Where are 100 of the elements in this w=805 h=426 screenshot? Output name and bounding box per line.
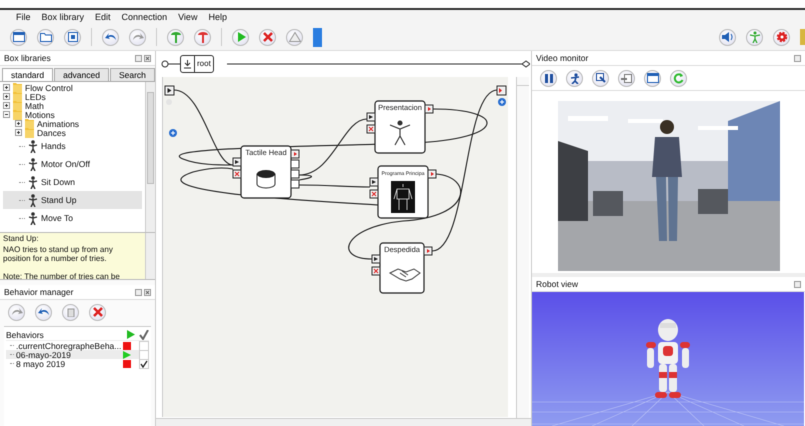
output-port[interactable] bbox=[424, 104, 434, 114]
toolbar-button[interactable] bbox=[10, 28, 27, 46]
expand-icon[interactable] bbox=[15, 129, 22, 136]
undo-icon bbox=[104, 32, 116, 42]
redo-icon bbox=[132, 32, 144, 42]
refresh-icon bbox=[673, 72, 684, 84]
menu-item[interactable]: View bbox=[178, 12, 198, 22]
connection-wire[interactable] bbox=[299, 184, 370, 188]
toolbar-button[interactable] bbox=[102, 28, 119, 46]
output-port[interactable] bbox=[290, 150, 300, 158]
menu-item[interactable]: Edit bbox=[95, 12, 111, 22]
tree-item[interactable]: Flow Control bbox=[3, 83, 142, 92]
tree-label: Motor On/Off bbox=[41, 159, 90, 169]
output-port[interactable] bbox=[496, 86, 506, 96]
menu-item[interactable]: File bbox=[16, 12, 31, 22]
toolbar-button[interactable] bbox=[89, 304, 106, 320]
tree-label: Stand Up bbox=[41, 195, 76, 205]
tab[interactable]: Search bbox=[110, 68, 155, 81]
add-icon[interactable] bbox=[169, 129, 177, 137]
tree-item[interactable]: Motor On/Off bbox=[3, 155, 142, 173]
connection-wire[interactable] bbox=[174, 89, 234, 166]
gear-icon bbox=[776, 31, 788, 43]
menu-item[interactable]: Box library bbox=[42, 12, 84, 22]
toolbar-button[interactable] bbox=[566, 70, 583, 86]
behavior-row[interactable]: .currentChoregrapheBeha... bbox=[6, 341, 149, 350]
tree-item[interactable]: Move To bbox=[3, 209, 142, 227]
tree-item[interactable]: Sit Down bbox=[3, 173, 142, 191]
toolbar-button[interactable] bbox=[35, 304, 52, 320]
tree-item[interactable]: Hands bbox=[3, 137, 142, 155]
disconnect-icon bbox=[196, 31, 208, 43]
column-header: Behaviors bbox=[6, 330, 44, 340]
toolbar-button[interactable] bbox=[719, 28, 736, 46]
panel-buttons-icon[interactable] bbox=[135, 54, 151, 62]
input-port[interactable] bbox=[164, 86, 174, 96]
behavior-row[interactable]: 8 mayo 2019 bbox=[6, 359, 149, 368]
tree-item[interactable]: Motions bbox=[3, 110, 142, 119]
output-port[interactable] bbox=[424, 246, 432, 256]
toolbar-button[interactable] bbox=[64, 28, 81, 46]
connection-wire[interactable] bbox=[432, 90, 498, 252]
stop-port[interactable] bbox=[372, 266, 380, 276]
input-port[interactable] bbox=[370, 178, 378, 186]
scrollbar[interactable] bbox=[516, 77, 529, 418]
expand-icon[interactable] bbox=[15, 120, 22, 127]
toolbar-button[interactable] bbox=[618, 70, 635, 86]
toolbar-button[interactable] bbox=[644, 70, 661, 86]
figure-icon bbox=[28, 176, 38, 188]
figure-icon bbox=[748, 31, 760, 43]
menu-item[interactable]: Help bbox=[208, 12, 227, 22]
scrollbar[interactable] bbox=[156, 418, 531, 426]
collapse-icon[interactable] bbox=[3, 111, 10, 118]
volume-bar[interactable] bbox=[313, 28, 322, 46]
panel-title: Video monitor bbox=[536, 53, 588, 63]
scrollbar[interactable] bbox=[145, 233, 155, 279]
speaker-icon bbox=[722, 32, 734, 42]
toolbar-button[interactable] bbox=[592, 70, 609, 86]
tree-label: Dances bbox=[37, 128, 66, 138]
menu-item[interactable]: Connection bbox=[122, 12, 168, 22]
tree-label: Hands bbox=[41, 141, 66, 151]
connection-wire[interactable] bbox=[298, 174, 312, 181]
toolbar-button[interactable] bbox=[773, 28, 790, 46]
stop-port[interactable] bbox=[366, 124, 376, 134]
expand-icon[interactable] bbox=[3, 93, 10, 100]
breadcrumb[interactable]: root bbox=[180, 55, 214, 73]
tab[interactable]: standard bbox=[2, 68, 54, 81]
figure-icon bbox=[389, 120, 411, 146]
panel-buttons-icon[interactable] bbox=[135, 288, 151, 296]
toolbar-button[interactable] bbox=[540, 70, 557, 86]
toolbar-button[interactable] bbox=[37, 28, 54, 46]
tree-item[interactable]: Animations bbox=[3, 119, 142, 128]
panel-title: Box libraries bbox=[4, 53, 51, 63]
panel-title: Robot view bbox=[536, 279, 578, 289]
folder-icon bbox=[25, 127, 34, 138]
window-icon bbox=[12, 32, 24, 42]
expand-icon[interactable] bbox=[3, 84, 10, 91]
scrollbar[interactable] bbox=[145, 82, 155, 232]
behavior-row[interactable]: 06-mayo-2019 bbox=[6, 350, 149, 359]
stop-port[interactable] bbox=[232, 170, 242, 178]
input-port[interactable] bbox=[372, 254, 380, 264]
tree-item[interactable]: Dances bbox=[3, 128, 142, 137]
tree-label: Animations bbox=[37, 118, 80, 128]
figure-icon bbox=[28, 140, 38, 152]
stop-port[interactable] bbox=[370, 190, 378, 198]
tab[interactable]: advanced bbox=[54, 68, 109, 81]
input-port[interactable] bbox=[232, 158, 242, 166]
toolbar-button[interactable] bbox=[194, 28, 211, 46]
connection-wire[interactable] bbox=[348, 173, 462, 260]
body-outline-icon bbox=[391, 181, 415, 213]
add-icon[interactable] bbox=[498, 98, 506, 106]
checkbox[interactable] bbox=[139, 358, 149, 368]
toolbar-button[interactable] bbox=[259, 28, 276, 46]
tree-label: Move To bbox=[41, 213, 73, 223]
float-icon[interactable] bbox=[794, 54, 801, 62]
tree-item[interactable]: Math bbox=[3, 101, 142, 110]
output-port[interactable] bbox=[428, 170, 436, 178]
expand-icon[interactable] bbox=[3, 102, 10, 109]
input-port[interactable] bbox=[366, 112, 376, 122]
tree-item[interactable]: LEDs bbox=[3, 92, 142, 101]
panel-title: Behavior manager bbox=[4, 287, 74, 297]
float-icon[interactable] bbox=[794, 280, 801, 288]
tree-item[interactable]: Stand Up bbox=[3, 191, 142, 209]
